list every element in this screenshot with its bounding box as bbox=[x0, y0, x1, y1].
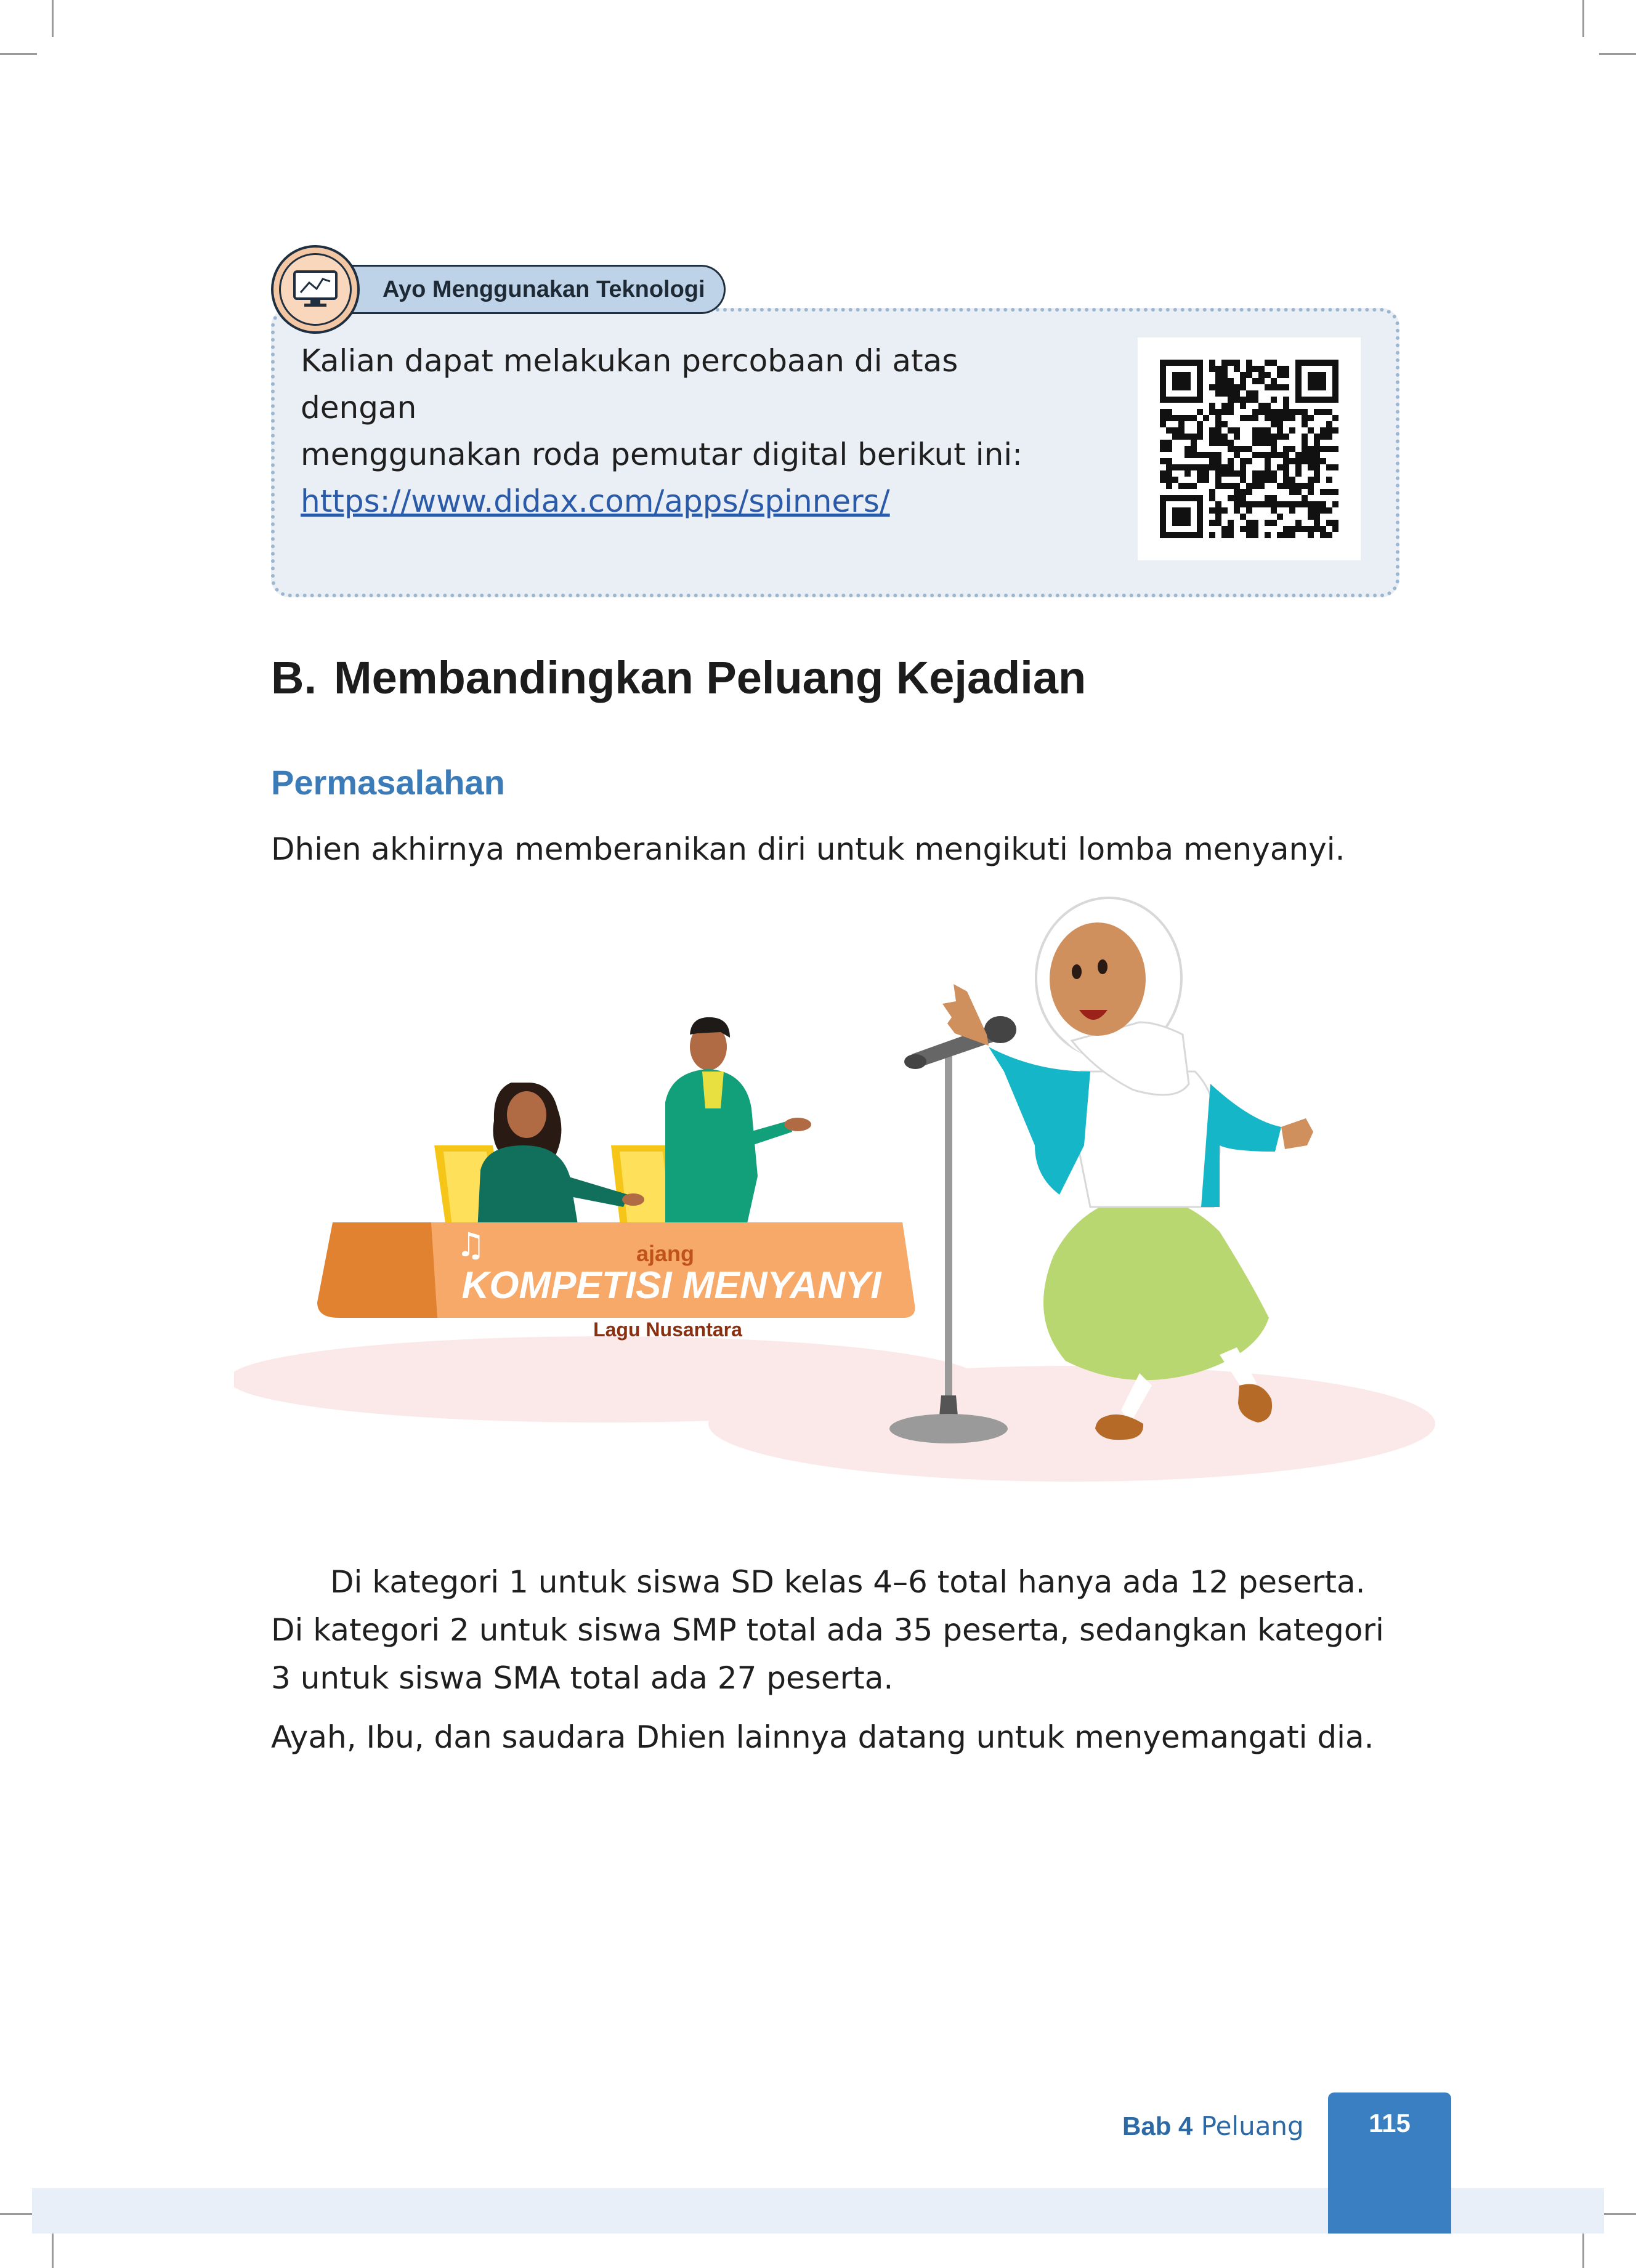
banner-small-label: ajang bbox=[636, 1241, 694, 1266]
paragraph-intro: Dhien akhirnya memberanikan diri untuk m… bbox=[271, 831, 1345, 867]
technology-tab-label: Ayo Menggunakan Teknologi bbox=[383, 276, 705, 302]
section-title: Membandingkan Peluang Kejadian bbox=[334, 652, 1087, 703]
banner-subtitle: Lagu Nusantara bbox=[593, 1318, 742, 1341]
crop-mark bbox=[52, 2231, 54, 2268]
technology-text: Kalian dapat melakukan percobaan di atas… bbox=[301, 337, 1071, 525]
svg-text:♪: ♪ bbox=[865, 1320, 881, 1349]
paragraph-family: Ayah, Ibu, dan saudara Dhien lainnya dat… bbox=[271, 1719, 1374, 1755]
technology-text-line-2: menggunakan roda pemutar digital berikut… bbox=[301, 437, 1023, 472]
technology-tab: Ayo Menggunakan Teknologi bbox=[314, 265, 726, 314]
crop-mark bbox=[0, 53, 37, 55]
crop-mark bbox=[1599, 53, 1636, 55]
crop-mark bbox=[1599, 2213, 1636, 2215]
qr-code bbox=[1138, 337, 1361, 560]
page-number: 115 bbox=[1328, 2092, 1451, 2234]
section-number: B. bbox=[271, 652, 317, 703]
technology-text-line-1: Kalian dapat melakukan percobaan di atas… bbox=[301, 343, 958, 426]
crop-mark bbox=[0, 2213, 37, 2215]
singing-competition-illustration: ajang KOMPETISI MENYANYI Lagu Nusantara … bbox=[228, 887, 1441, 1499]
subsection-heading: Permasalahan bbox=[271, 763, 505, 802]
computer-chart-icon bbox=[279, 253, 352, 326]
crop-mark bbox=[52, 0, 54, 37]
technology-badge bbox=[271, 245, 360, 334]
spinner-link[interactable]: https://www.didax.com/apps/spinners/ bbox=[301, 478, 1071, 525]
svg-text:♫: ♫ bbox=[456, 1225, 485, 1264]
banner-title: KOMPETISI MENYANYI bbox=[462, 1264, 883, 1307]
crop-mark bbox=[1582, 0, 1584, 37]
paragraph-categories: Di kategori 1 untuk siswa SD kelas 4–6 t… bbox=[271, 1564, 1384, 1696]
crop-mark bbox=[1582, 2231, 1584, 2268]
chapter-number: Bab 4 bbox=[1122, 2112, 1193, 2141]
chapter-label: Bab 4 Peluang bbox=[1122, 2111, 1304, 2141]
chapter-name: Peluang bbox=[1201, 2111, 1304, 2141]
section-heading: B. Membandingkan Peluang Kejadian bbox=[271, 652, 1086, 704]
